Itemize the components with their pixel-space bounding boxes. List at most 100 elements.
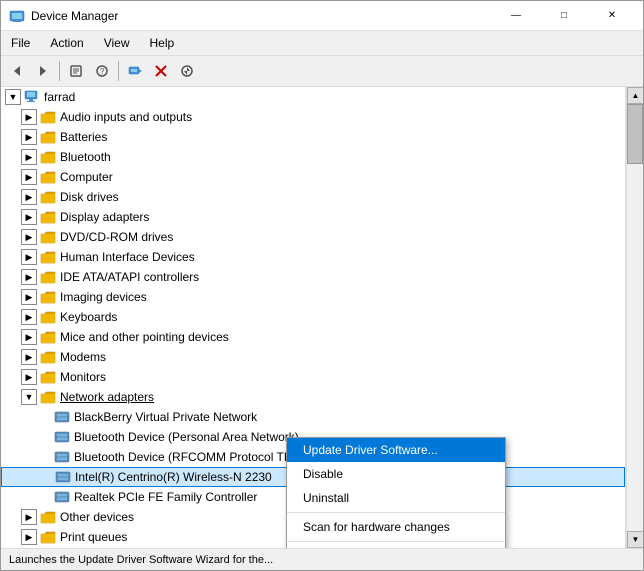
scrollbar[interactable]: ▲ ▼ <box>626 87 643 548</box>
ide-expand[interactable]: ▶ <box>21 269 37 285</box>
help-button[interactable]: ? <box>90 59 114 83</box>
tree-disk[interactable]: ▶ Disk drives <box>1 187 625 207</box>
batteries-label: Batteries <box>60 130 107 144</box>
computer-icon <box>23 89 41 105</box>
dvd-expand[interactable]: ▶ <box>21 229 37 245</box>
dvd-label: DVD/CD-ROM drives <box>60 230 173 244</box>
modems-icon <box>39 349 57 365</box>
back-button[interactable] <box>5 59 29 83</box>
network-label: Network adapters <box>60 390 154 404</box>
scroll-track[interactable] <box>627 104 643 531</box>
scan-hardware-button[interactable] <box>123 59 147 83</box>
tree-imaging[interactable]: ▶ Imaging devices <box>1 287 625 307</box>
menu-file[interactable]: File <box>1 33 40 53</box>
tree-hid[interactable]: ▶ Human Interface Devices <box>1 247 625 267</box>
status-bar: Launches the Update Driver Software Wiza… <box>1 548 643 570</box>
forward-button[interactable] <box>31 59 55 83</box>
display-icon <box>39 209 57 225</box>
mice-expand[interactable]: ▶ <box>21 329 37 345</box>
tree-monitors[interactable]: ▶ Monitors <box>1 367 625 387</box>
tree-blackberry[interactable]: BlackBerry Virtual Private Network <box>1 407 625 427</box>
menu-view[interactable]: View <box>94 33 140 53</box>
tree-dvd[interactable]: ▶ DVD/CD-ROM drives <box>1 227 625 247</box>
device-tree[interactable]: ▼ farrad ▶ Audio inputs and outpu <box>1 87 626 548</box>
print-expand[interactable]: ▶ <box>21 529 37 545</box>
root-expand[interactable]: ▼ <box>5 89 21 105</box>
ctx-sep-1 <box>287 512 505 513</box>
menu-action[interactable]: Action <box>40 33 93 53</box>
device-manager-window: Device Manager — □ ✕ File Action View He… <box>0 0 644 571</box>
keyboards-expand[interactable]: ▶ <box>21 309 37 325</box>
tree-display[interactable]: ▶ Display adapters <box>1 207 625 227</box>
menu-help[interactable]: Help <box>140 33 185 53</box>
close-button[interactable]: ✕ <box>589 1 635 31</box>
tree-ide[interactable]: ▶ IDE ATA/ATAPI controllers <box>1 267 625 287</box>
mice-label: Mice and other pointing devices <box>60 330 229 344</box>
toolbar-sep-1 <box>59 61 60 81</box>
toolbar: ? <box>1 56 643 87</box>
batteries-expand[interactable]: ▶ <box>21 129 37 145</box>
other-label: Other devices <box>60 510 134 524</box>
bluetooth-expand[interactable]: ▶ <box>21 149 37 165</box>
bluetooth-label: Bluetooth <box>60 150 111 164</box>
display-expand[interactable]: ▶ <box>21 209 37 225</box>
update-driver-button[interactable] <box>175 59 199 83</box>
scroll-thumb[interactable] <box>627 104 643 164</box>
imaging-expand[interactable]: ▶ <box>21 289 37 305</box>
tree-batteries[interactable]: ▶ Batteries <box>1 127 625 147</box>
computer-tree-icon <box>39 169 57 185</box>
ide-icon <box>39 269 57 285</box>
disk-expand[interactable]: ▶ <box>21 189 37 205</box>
realtek-label: Realtek PCIe FE Family Controller <box>74 490 257 504</box>
ctx-update[interactable]: Update Driver Software... <box>287 438 505 462</box>
ctx-uninstall[interactable]: Uninstall <box>287 486 505 510</box>
app-icon <box>9 8 25 24</box>
tree-audio[interactable]: ▶ Audio inputs and outputs <box>1 107 625 127</box>
other-expand[interactable]: ▶ <box>21 509 37 525</box>
minimize-button[interactable]: — <box>493 1 539 31</box>
network-icon <box>39 389 57 405</box>
audio-expand[interactable]: ▶ <box>21 109 37 125</box>
intel-label: Intel(R) Centrino(R) Wireless-N 2230 <box>75 470 272 484</box>
hid-expand[interactable]: ▶ <box>21 249 37 265</box>
print-icon <box>39 529 57 545</box>
toolbar-sep-2 <box>118 61 119 81</box>
tree-keyboards[interactable]: ▶ Keyboards <box>1 307 625 327</box>
network-expand[interactable]: ▼ <box>21 389 37 405</box>
ctx-scan[interactable]: Scan for hardware changes <box>287 515 505 539</box>
tree-bluetooth[interactable]: ▶ Bluetooth <box>1 147 625 167</box>
ctx-properties[interactable]: Properties <box>287 544 505 548</box>
modems-label: Modems <box>60 350 106 364</box>
monitors-icon <box>39 369 57 385</box>
imaging-icon <box>39 289 57 305</box>
tree-computer[interactable]: ▶ Computer <box>1 167 625 187</box>
content-area: ▼ farrad ▶ Audio inputs and outpu <box>1 87 643 548</box>
print-label: Print queues <box>60 530 127 544</box>
hid-label: Human Interface Devices <box>60 250 195 264</box>
properties-button[interactable] <box>64 59 88 83</box>
maximize-button[interactable]: □ <box>541 1 587 31</box>
disk-icon <box>39 189 57 205</box>
tree-root[interactable]: ▼ farrad <box>1 87 625 107</box>
scroll-up-button[interactable]: ▲ <box>627 87 643 104</box>
svg-text:?: ? <box>100 67 105 76</box>
ctx-disable[interactable]: Disable <box>287 462 505 486</box>
imaging-label: Imaging devices <box>60 290 147 304</box>
btrfcomm-label: Bluetooth Device (RFCOMM Protocol TDI) <box>74 450 300 464</box>
intel-icon <box>54 469 72 485</box>
disk-label: Disk drives <box>60 190 119 204</box>
tree-network[interactable]: ▼ Network adapters <box>1 387 625 407</box>
tree-modems[interactable]: ▶ Modems <box>1 347 625 367</box>
tree-mice[interactable]: ▶ Mice and other pointing devices <box>1 327 625 347</box>
root-label: farrad <box>44 90 75 104</box>
audio-label: Audio inputs and outputs <box>60 110 192 124</box>
btrfcomm-icon <box>53 449 71 465</box>
monitors-expand[interactable]: ▶ <box>21 369 37 385</box>
blackberry-label: BlackBerry Virtual Private Network <box>74 410 257 424</box>
title-bar: Device Manager — □ ✕ <box>1 1 643 31</box>
computer-expand[interactable]: ▶ <box>21 169 37 185</box>
scroll-down-button[interactable]: ▼ <box>627 531 643 548</box>
modems-expand[interactable]: ▶ <box>21 349 37 365</box>
dvd-icon <box>39 229 57 245</box>
remove-device-button[interactable] <box>149 59 173 83</box>
